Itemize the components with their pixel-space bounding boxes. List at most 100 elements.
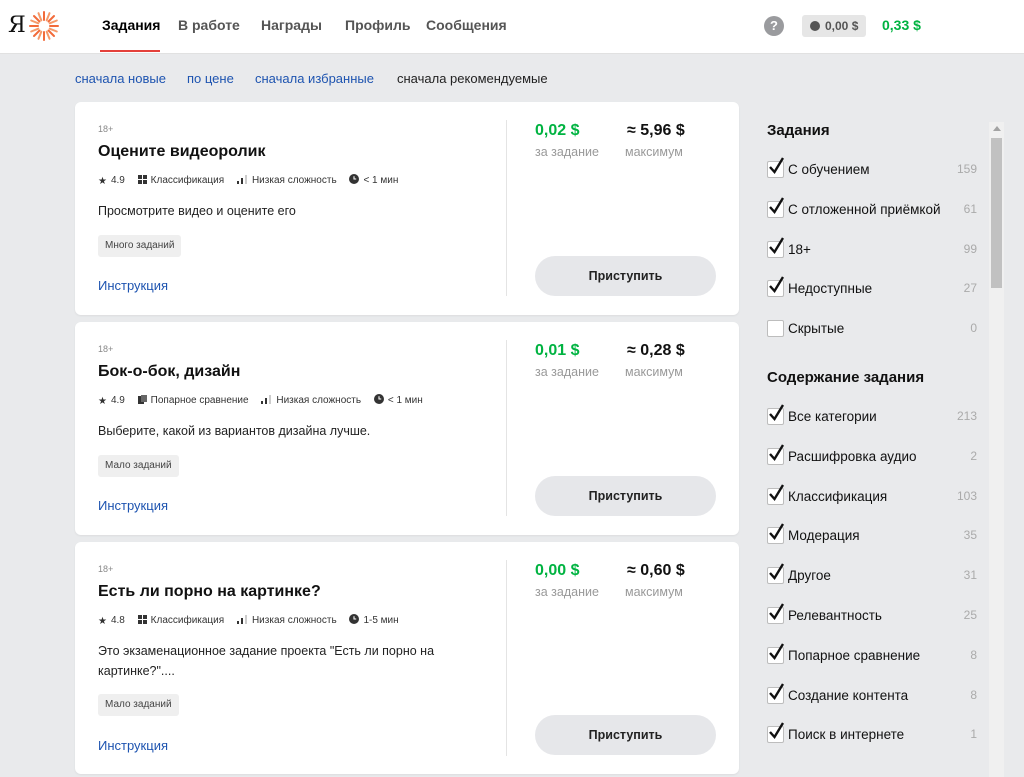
difficulty-bars-icon	[236, 615, 247, 624]
task-volume-badge: Мало заданий	[98, 694, 179, 716]
task-max-earnings: ≈ 0,60 $	[627, 562, 685, 579]
filter-row[interactable]: Модерация 35	[767, 523, 977, 547]
filter-row[interactable]: Поиск в интернете 1	[767, 722, 977, 746]
filter-count: 35	[963, 528, 977, 543]
start-task-button[interactable]: Приступить	[535, 715, 716, 755]
filter-label: С отложенной приёмкой	[788, 201, 941, 217]
task-title[interactable]: Бок-о-бок, дизайн	[98, 363, 240, 381]
filter-count: 213	[956, 409, 977, 423]
compare-icon	[137, 395, 147, 404]
price-label: за задание	[535, 585, 599, 599]
checkmark-icon	[769, 603, 784, 621]
help-icon[interactable]: ?	[764, 16, 784, 36]
filter-label: Попарное сравнение	[788, 647, 921, 663]
filter-row[interactable]: Расшифровка аудио 2	[767, 444, 977, 468]
checkbox-unchecked[interactable]	[767, 320, 784, 338]
pending-balance[interactable]: 0,00 $	[802, 15, 867, 37]
task-card[interactable]: 18+ Бок-о-бок, дизайн ★ 4.9 Попарное срав…	[75, 322, 739, 535]
checkmark-icon	[769, 157, 784, 175]
filter-count: 99	[963, 241, 977, 256]
active-tab-underline	[100, 50, 160, 52]
task-rating: 4.9	[110, 175, 125, 186]
filter-row[interactable]: 18+ 99	[767, 236, 977, 261]
task-type: Классификация	[150, 175, 225, 186]
scroll-up-arrow-icon[interactable]	[993, 126, 1001, 131]
filter-count: 103	[956, 488, 977, 503]
age-rating: 18+	[98, 124, 114, 134]
task-difficulty: Низкая сложность	[251, 615, 337, 626]
filter-count: 8	[970, 647, 977, 662]
filter-row[interactable]: Другое 31	[767, 563, 977, 587]
top-header: Я Задания В работе Награды Профиль Сообщ…	[0, 0, 1024, 54]
sort-favorites[interactable]: сначала избранные	[255, 71, 374, 86]
checkmark-icon	[769, 404, 784, 422]
instruction-link[interactable]: Инструкция	[98, 498, 168, 513]
task-meta: ★ 4.8 Классификация Низкая сложность 1-5 …	[98, 614, 409, 627]
age-rating: 18+	[98, 344, 114, 354]
yandex-logo[interactable]: Я	[8, 10, 60, 42]
filter-row[interactable]: Скрытые 0	[767, 320, 977, 340]
filter-label: Расшифровка аудио	[788, 448, 917, 464]
star-icon: ★	[98, 396, 107, 407]
start-task-button[interactable]: Приступить	[535, 476, 716, 516]
task-description: Просмотрите видео и оцените его	[98, 204, 296, 218]
checkmark-icon	[769, 276, 784, 294]
difficulty-bars-icon	[261, 395, 272, 404]
filter-row[interactable]: Классификация 103	[767, 483, 977, 508]
max-label: максимум	[625, 145, 683, 159]
filter-row[interactable]: Создание контента 8	[767, 682, 977, 707]
filter-row[interactable]: Попарное сравнение 8	[767, 643, 977, 667]
filter-label: Релевантность	[788, 608, 882, 623]
task-title[interactable]: Есть ли порно на картинке?	[98, 583, 321, 601]
tab-profile[interactable]: Профиль	[345, 17, 411, 33]
tab-rewards[interactable]: Награды	[261, 17, 322, 33]
tab-tasks[interactable]: Задания	[102, 17, 160, 33]
filter-count: 159	[956, 162, 977, 176]
start-task-button[interactable]: Приступить	[535, 256, 716, 296]
filter-count: 8	[970, 687, 977, 702]
sort-recommended: сначала рекомендуемые	[397, 71, 548, 86]
task-price: 0,00 $	[535, 562, 580, 579]
filter-row[interactable]: С отложенной приёмкой 61	[767, 197, 977, 221]
checkmark-icon	[769, 563, 784, 581]
task-volume-badge: Мало заданий	[98, 455, 179, 477]
filter-row[interactable]: Недоступные 27	[767, 276, 977, 300]
filter-count: 27	[963, 281, 977, 296]
filter-label: Другое	[788, 568, 831, 584]
filter-label: 18+	[788, 241, 811, 257]
task-price: 0,01 $	[535, 342, 580, 359]
sort-newest[interactable]: сначала новые	[75, 71, 166, 86]
task-card[interactable]: 18+ Есть ли порно на картинке? ★ 4.8 Клас…	[75, 542, 739, 774]
card-divider	[506, 120, 507, 296]
instruction-link[interactable]: Инструкция	[98, 278, 168, 293]
checkmark-icon	[769, 197, 784, 214]
difficulty-bars-icon	[236, 175, 247, 184]
filter-count: 2	[970, 448, 977, 463]
filter-label: С обучением	[788, 162, 870, 177]
max-label: максимум	[625, 365, 683, 379]
tab-in-progress[interactable]: В работе	[178, 17, 240, 33]
filter-row[interactable]: Все категории 213	[767, 404, 977, 428]
filter-row[interactable]: С обучением 159	[767, 157, 977, 181]
task-meta: ★ 4.9 Попарное сравнение Низкая сложность…	[98, 394, 433, 407]
star-icon: ★	[98, 616, 107, 627]
max-label: максимум	[625, 585, 683, 599]
task-card[interactable]: 18+ Оцените видеоролик ★ 4.9 Классификаци…	[75, 102, 739, 315]
tab-messages[interactable]: Сообщения	[426, 17, 507, 33]
price-label: за задание	[535, 365, 599, 379]
filter-label: Все категории	[788, 409, 877, 424]
task-duration: < 1 мин	[363, 175, 399, 186]
task-difficulty: Низкая сложность	[251, 175, 337, 186]
filter-label: Классификация	[788, 488, 888, 504]
content-filter-heading: Содержание задания	[767, 369, 925, 386]
card-divider	[506, 340, 507, 516]
scrollbar-thumb[interactable]	[991, 138, 1002, 288]
instruction-link[interactable]: Инструкция	[98, 738, 168, 753]
account-balance[interactable]: 0,33 $	[882, 17, 921, 33]
filter-row[interactable]: Релевантность 25	[767, 603, 977, 627]
logo-letter: Я	[8, 13, 26, 38]
task-title[interactable]: Оцените видеоролик	[98, 143, 266, 161]
sort-by-price[interactable]: по цене	[187, 71, 234, 86]
checkmark-icon	[769, 236, 784, 254]
filter-count: 0	[970, 321, 977, 336]
